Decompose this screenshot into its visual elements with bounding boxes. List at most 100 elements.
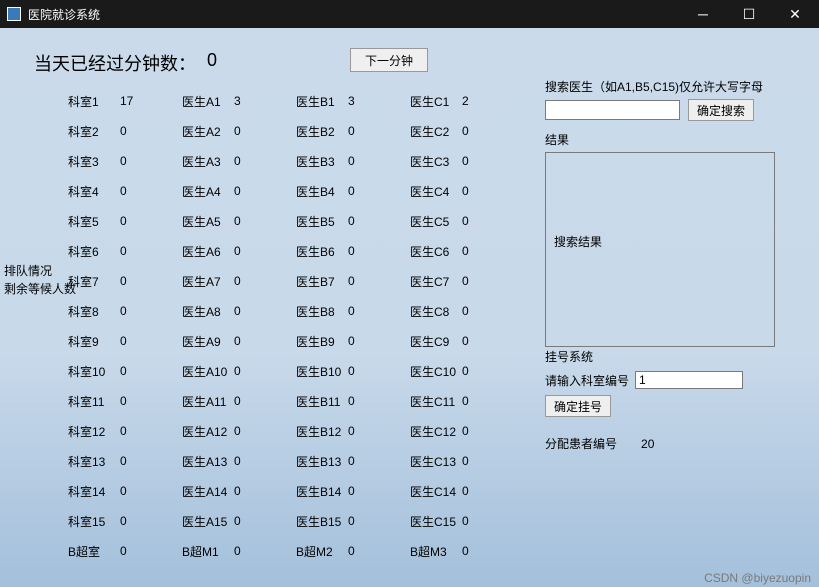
dept-value: 0: [120, 244, 182, 258]
doctor-a-value: 0: [234, 544, 296, 558]
table-row: 科室110医生A110医生B110医生C110: [68, 386, 524, 416]
dept-value: 0: [120, 334, 182, 348]
doctor-b-label: 医生B7: [296, 273, 348, 290]
dept-value: 0: [120, 484, 182, 498]
doctor-a-label: 医生A11: [182, 393, 234, 410]
minimize-button[interactable]: ─: [689, 4, 717, 24]
doctor-a-value: 0: [234, 484, 296, 498]
next-minute-button[interactable]: 下一分钟: [350, 48, 428, 72]
search-button[interactable]: 确定搜索: [688, 99, 754, 121]
dept-label: B超室: [68, 543, 120, 560]
table-row: 科室80医生A80医生B80医生C80: [68, 296, 524, 326]
department-input[interactable]: [635, 371, 743, 389]
doctor-c-value: 0: [462, 274, 524, 288]
dept-value: 0: [120, 394, 182, 408]
dept-label: 科室5: [68, 213, 120, 230]
doctor-a-label: 医生A15: [182, 513, 234, 530]
dept-label: 科室7: [68, 273, 120, 290]
minutes-value: 0: [207, 50, 217, 71]
table-row: 科室70医生A70医生B70医生C70: [68, 266, 524, 296]
doctor-b-value: 0: [348, 424, 410, 438]
maximize-button[interactable]: ☐: [735, 4, 763, 24]
result-placeholder: 搜索结果: [554, 235, 602, 249]
register-button[interactable]: 确定挂号: [545, 395, 611, 417]
doctor-a-value: 0: [234, 154, 296, 168]
doctor-b-label: 医生B2: [296, 123, 348, 140]
doctor-c-value: 0: [462, 364, 524, 378]
table-row: 科室20医生A20医生B20医生C20: [68, 116, 524, 146]
doctor-a-label: 医生A12: [182, 423, 234, 440]
queue-table: 科室117医生A13医生B13医生C12科室20医生A20医生B20医生C20科…: [68, 86, 524, 566]
dept-value: 0: [120, 514, 182, 528]
doctor-b-label: 医生B13: [296, 453, 348, 470]
doctor-c-label: 医生C2: [410, 123, 462, 140]
table-row: 科室100医生A100医生B100医生C100: [68, 356, 524, 386]
table-row: 科室60医生A60医生B60医生C60: [68, 236, 524, 266]
doctor-c-label: 医生C8: [410, 303, 462, 320]
doctor-a-value: 0: [234, 394, 296, 408]
doctor-c-label: 医生C3: [410, 153, 462, 170]
dept-value: 0: [120, 274, 182, 288]
doctor-b-label: 医生B11: [296, 393, 348, 410]
table-row: 科室130医生A130医生B130医生C130: [68, 446, 524, 476]
dept-value: 0: [120, 454, 182, 468]
doctor-b-value: 0: [348, 364, 410, 378]
window-title: 医院就诊系统: [28, 6, 689, 23]
doctor-c-label: 医生C7: [410, 273, 462, 290]
doctor-c-label: 医生C11: [410, 393, 462, 410]
doctor-c-value: 0: [462, 334, 524, 348]
doctor-a-label: 医生A9: [182, 333, 234, 350]
search-input[interactable]: [545, 100, 680, 120]
doctor-a-value: 0: [234, 274, 296, 288]
dept-value: 17: [120, 94, 182, 108]
doctor-c-value: 0: [462, 454, 524, 468]
dept-value: 0: [120, 184, 182, 198]
doctor-b-value: 0: [348, 544, 410, 558]
doctor-c-value: 0: [462, 514, 524, 528]
doctor-b-label: 医生B1: [296, 93, 348, 110]
doctor-a-label: 医生A2: [182, 123, 234, 140]
dept-label: 科室13: [68, 453, 120, 470]
doctor-c-value: 0: [462, 124, 524, 138]
doctor-c-label: 医生C15: [410, 513, 462, 530]
doctor-a-label: 医生A4: [182, 183, 234, 200]
doctor-a-value: 0: [234, 454, 296, 468]
doctor-b-label: 医生B4: [296, 183, 348, 200]
queue-label-1: 排队情况: [4, 262, 76, 280]
doctor-b-value: 0: [348, 154, 410, 168]
doctor-a-value: 0: [234, 424, 296, 438]
register-input-label: 请输入科室编号: [545, 372, 629, 389]
table-row: 科室140医生A140医生B140医生C140: [68, 476, 524, 506]
doctor-b-value: 0: [348, 454, 410, 468]
doctor-c-value: 0: [462, 484, 524, 498]
dept-value: 0: [120, 154, 182, 168]
doctor-b-value: 3: [348, 94, 410, 108]
doctor-c-value: 0: [462, 394, 524, 408]
queue-side-label: 排队情况 剩余等候人数: [4, 262, 76, 298]
doctor-b-label: 医生B15: [296, 513, 348, 530]
doctor-b-value: 0: [348, 124, 410, 138]
doctor-a-value: 0: [234, 364, 296, 378]
search-hint: 搜索医生（如A1,B5,C15)仅允许大写字母: [545, 78, 800, 95]
dept-value: 0: [120, 124, 182, 138]
doctor-a-value: 0: [234, 214, 296, 228]
dept-value: 0: [120, 364, 182, 378]
doctor-b-label: 医生B6: [296, 243, 348, 260]
doctor-b-label: 医生B14: [296, 483, 348, 500]
doctor-b-value: 0: [348, 214, 410, 228]
dept-value: 0: [120, 214, 182, 228]
doctor-c-label: 医生C10: [410, 363, 462, 380]
doctor-a-label: 医生A3: [182, 153, 234, 170]
close-button[interactable]: ✕: [781, 4, 809, 24]
doctor-c-value: 0: [462, 214, 524, 228]
doctor-c-label: 医生C6: [410, 243, 462, 260]
doctor-a-label: 医生A8: [182, 303, 234, 320]
doctor-b-value: 0: [348, 514, 410, 528]
content-area: 当天已经过分钟数： 0 下一分钟 排队情况 剩余等候人数 科室117医生A13医…: [0, 28, 819, 587]
doctor-c-label: 医生C5: [410, 213, 462, 230]
doctor-a-value: 0: [234, 244, 296, 258]
doctor-c-value: 0: [462, 244, 524, 258]
queue-label-2: 剩余等候人数: [4, 280, 76, 298]
register-title: 挂号系统: [545, 348, 800, 365]
doctor-a-label: 医生A10: [182, 363, 234, 380]
